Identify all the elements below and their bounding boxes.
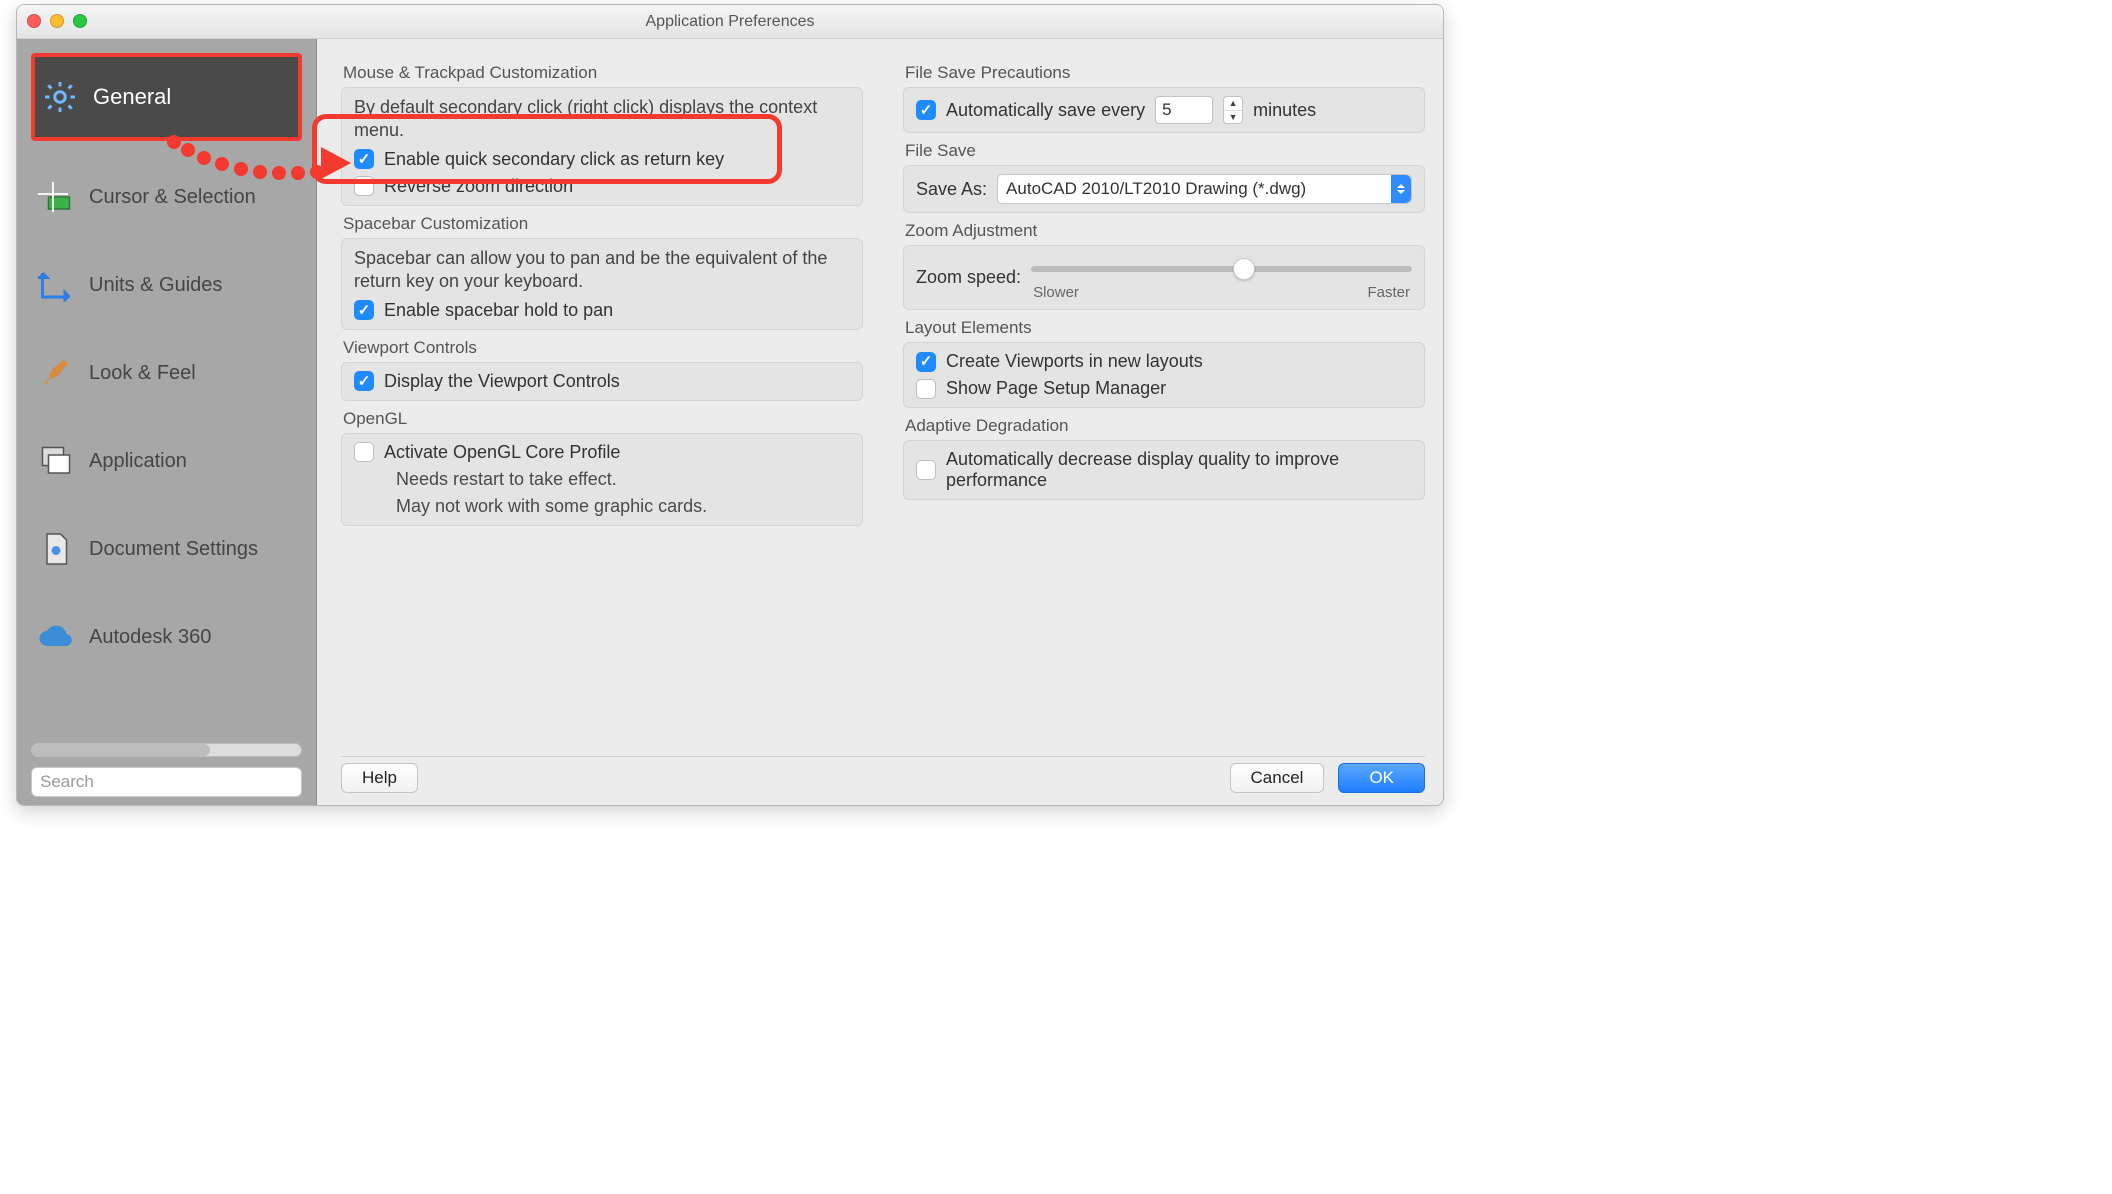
show-page-setup-checkbox[interactable] (916, 379, 936, 399)
reverse-zoom-checkbox[interactable] (354, 176, 374, 196)
auto-save-interval-stepper[interactable]: ▲▼ (1223, 96, 1243, 124)
ok-button[interactable]: OK (1338, 763, 1425, 793)
saveas-select[interactable]: AutoCAD 2010/LT2010 Drawing (*.dwg) (997, 174, 1412, 204)
content: General Cursor & Selection Units & Guide… (17, 39, 1443, 805)
opengl-group: Activate OpenGL Core Profile Needs resta… (341, 433, 863, 526)
sidebar-item-autodesk-360[interactable]: Autodesk 360 (31, 593, 302, 681)
display-viewport-controls-label: Display the Viewport Controls (384, 371, 620, 392)
sidebar: General Cursor & Selection Units & Guide… (17, 39, 317, 805)
titlebar: Application Preferences (17, 5, 1443, 39)
help-button[interactable]: Help (341, 763, 418, 793)
show-page-setup-label: Show Page Setup Manager (946, 378, 1166, 399)
zoom-slow-label: Slower (1033, 284, 1079, 301)
saveas-label: Save As: (916, 179, 987, 200)
zoom-window-button[interactable] (73, 14, 87, 28)
auto-save-interval-field[interactable]: 5 (1155, 96, 1213, 124)
filesave-prec-label: File Save Precautions (905, 63, 1423, 83)
adaptive-degradation-checkbox[interactable] (916, 460, 936, 480)
spacebar-group: Spacebar can allow you to pan and be the… (341, 238, 863, 330)
close-window-button[interactable] (27, 14, 41, 28)
chevron-updown-icon (1391, 175, 1411, 203)
preferences-window: Application Preferences General Cursor &… (16, 4, 1444, 806)
mouse-group: By default secondary click (right click)… (341, 87, 863, 206)
cloud-icon (37, 618, 75, 656)
create-viewports-checkbox[interactable] (916, 352, 936, 372)
cursor-icon (37, 178, 75, 216)
reverse-zoom-label: Reverse zoom direction (384, 176, 573, 197)
sidebar-item-cursor-selection[interactable]: Cursor & Selection (31, 153, 302, 241)
window-title: Application Preferences (17, 13, 1443, 31)
right-column: File Save Precautions Automatically save… (903, 55, 1425, 746)
enable-spacebar-pan-label: Enable spacebar hold to pan (384, 300, 613, 321)
sidebar-item-label: Cursor & Selection (89, 186, 256, 209)
mouse-desc: By default secondary click (right click)… (354, 96, 850, 143)
enable-quick-secondary-click-checkbox[interactable] (354, 149, 374, 169)
sidebar-item-units-guides[interactable]: Units & Guides (31, 241, 302, 329)
document-gear-icon (37, 530, 75, 568)
opengl-group-label: OpenGL (343, 409, 861, 429)
gear-icon (41, 78, 79, 116)
opengl-hint-restart: Needs restart to take effect. (354, 469, 850, 490)
spacebar-group-label: Spacebar Customization (343, 214, 861, 234)
sidebar-item-label: Application (89, 450, 187, 473)
zoom-fast-label: Faster (1367, 284, 1410, 301)
layout-elements-group: Create Viewports in new layouts Show Pag… (903, 342, 1425, 408)
zoom-speed-label: Zoom speed: (916, 267, 1021, 288)
adaptive-degradation-text: Automatically decrease display quality t… (946, 449, 1412, 491)
saveas-value: AutoCAD 2010/LT2010 Drawing (*.dwg) (1006, 179, 1306, 199)
search-input[interactable]: Search (31, 767, 302, 797)
sidebar-item-look-feel[interactable]: Look & Feel (31, 329, 302, 417)
filesave-prec-group: Automatically save every 5 ▲▼ minutes (903, 87, 1425, 133)
preferences-main: Mouse & Trackpad Customization By defaul… (317, 39, 1443, 805)
enable-spacebar-pan-checkbox[interactable] (354, 300, 374, 320)
create-viewports-label: Create Viewports in new layouts (946, 351, 1203, 372)
brush-icon (37, 354, 75, 392)
windows-icon (37, 442, 75, 480)
opengl-hint-graphics: May not work with some graphic cards. (354, 496, 850, 517)
axis-icon (37, 266, 75, 304)
sidebar-item-label: Look & Feel (89, 362, 196, 385)
sidebar-item-label: General (93, 84, 171, 110)
auto-save-checkbox[interactable] (916, 100, 936, 120)
sidebar-item-application[interactable]: Application (31, 417, 302, 505)
activate-opengl-label: Activate OpenGL Core Profile (384, 442, 620, 463)
zoom-adjust-group: Zoom speed: Slower Faster (903, 245, 1425, 310)
sidebar-item-label: Document Settings (89, 538, 258, 561)
adaptive-degradation-label: Adaptive Degradation (905, 416, 1423, 436)
zoom-adjust-label: Zoom Adjustment (905, 221, 1423, 241)
display-viewport-controls-checkbox[interactable] (354, 371, 374, 391)
auto-save-unit: minutes (1253, 100, 1316, 121)
sidebar-item-general[interactable]: General (31, 53, 302, 141)
bottom-bar: Help Cancel OK (341, 756, 1425, 793)
left-column: Mouse & Trackpad Customization By defaul… (341, 55, 863, 746)
auto-save-label-pre: Automatically save every (946, 100, 1145, 121)
spacebar-desc: Spacebar can allow you to pan and be the… (354, 247, 850, 294)
sidebar-item-document-settings[interactable]: Document Settings (31, 505, 302, 593)
enable-quick-secondary-click-label: Enable quick secondary click as return k… (384, 149, 724, 170)
viewport-group-label: Viewport Controls (343, 338, 861, 358)
search-placeholder: Search (40, 772, 94, 792)
filesave-label: File Save (905, 141, 1423, 161)
activate-opengl-checkbox[interactable] (354, 442, 374, 462)
sidebar-item-label: Units & Guides (89, 274, 222, 297)
sidebar-item-label: Autodesk 360 (89, 626, 211, 649)
viewport-group: Display the Viewport Controls (341, 362, 863, 401)
adaptive-degradation-group: Automatically decrease display quality t… (903, 440, 1425, 500)
minimize-window-button[interactable] (50, 14, 64, 28)
sidebar-scrollbar[interactable] (31, 743, 302, 757)
mouse-group-label: Mouse & Trackpad Customization (343, 63, 861, 83)
zoom-speed-slider[interactable] (1031, 254, 1412, 284)
filesave-group: Save As: AutoCAD 2010/LT2010 Drawing (*.… (903, 165, 1425, 213)
layout-elements-label: Layout Elements (905, 318, 1423, 338)
cancel-button[interactable]: Cancel (1230, 763, 1325, 793)
traffic-lights (27, 14, 87, 28)
